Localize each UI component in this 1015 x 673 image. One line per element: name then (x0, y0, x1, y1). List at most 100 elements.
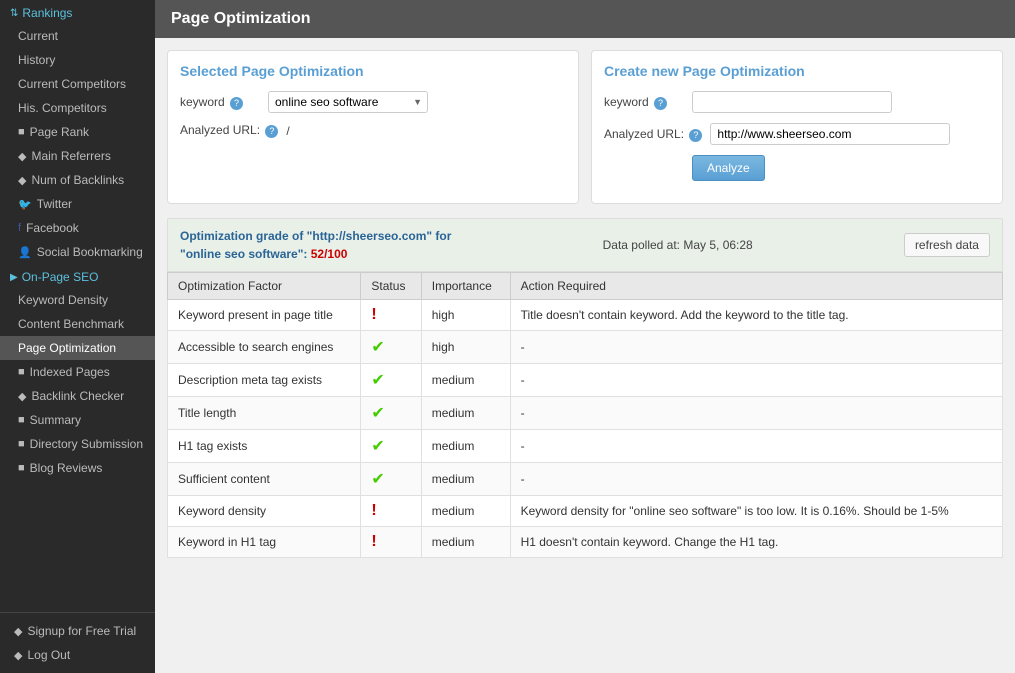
grade-line1: Optimization grade of "http://sheerseo.c… (180, 227, 451, 245)
cell-factor: Keyword present in page title (168, 300, 361, 331)
sidebar-item-backlink-checker[interactable]: ◆ Backlink Checker (0, 384, 155, 408)
cell-factor: H1 tag exists (168, 430, 361, 463)
table-row: Accessible to search engines✔high- (168, 331, 1003, 364)
create-url-row: Analyzed URL: ? (604, 123, 990, 145)
cell-status: ✔ (361, 331, 421, 364)
sidebar-item-facebook[interactable]: f Facebook (0, 216, 155, 240)
keyword-select[interactable]: online seo software (268, 91, 428, 113)
sidebar-item-content-benchmark[interactable]: Content Benchmark (0, 312, 155, 336)
sidebar-directory-submission-label: Directory Submission (30, 437, 143, 451)
cell-importance: medium (421, 496, 510, 527)
table-row: H1 tag exists✔medium- (168, 430, 1003, 463)
signup-icon: ◆ (14, 625, 22, 638)
main-referrers-icon: ◆ (18, 150, 26, 163)
table-row: Title length✔medium- (168, 397, 1003, 430)
sidebar-item-signup[interactable]: ◆ Signup for Free Trial (0, 619, 155, 643)
selected-url-help-icon[interactable]: ? (265, 125, 278, 138)
table-row: Keyword in H1 tag!mediumH1 doesn't conta… (168, 527, 1003, 558)
sidebar-item-main-referrers[interactable]: ◆ Main Referrers (0, 144, 155, 168)
cell-status: ✔ (361, 463, 421, 496)
social-bookmarking-icon: 👤 (18, 246, 32, 259)
cell-importance: medium (421, 527, 510, 558)
selected-url-row: Analyzed URL: ? / (180, 123, 566, 138)
indexed-pages-icon: ■ (18, 366, 25, 378)
sidebar-summary-label: Summary (30, 413, 81, 427)
create-keyword-help-icon[interactable]: ? (654, 97, 667, 110)
optimization-table: Optimization Factor Status Importance Ac… (167, 272, 1003, 558)
cell-action: - (510, 331, 1002, 364)
selected-panel: Selected Page Optimization keyword ? onl… (167, 50, 579, 204)
sidebar-item-page-optimization[interactable]: Page Optimization (0, 336, 155, 360)
sidebar-item-blog-reviews[interactable]: ■ Blog Reviews (0, 456, 155, 480)
create-keyword-label: keyword ? (604, 95, 684, 110)
table-row: Sufficient content✔medium- (168, 463, 1003, 496)
sidebar-history-label: History (18, 53, 55, 67)
sidebar-item-current[interactable]: Current (0, 24, 155, 48)
selected-url-label: Analyzed URL: ? (180, 123, 278, 138)
sidebar-item-summary[interactable]: ■ Summary (0, 408, 155, 432)
twitter-icon: 🐦 (18, 198, 32, 211)
cell-importance: medium (421, 364, 510, 397)
sidebar-page-rank-label: Page Rank (30, 125, 89, 139)
cell-status: ! (361, 300, 421, 331)
directory-submission-icon: ■ (18, 438, 25, 450)
cell-status: ✔ (361, 397, 421, 430)
sidebar-onpage-seo[interactable]: ▶ On-Page SEO (0, 264, 155, 288)
sidebar-item-twitter[interactable]: 🐦 Twitter (0, 192, 155, 216)
sidebar-page-optimization-label: Page Optimization (18, 341, 116, 355)
content-area: Selected Page Optimization keyword ? onl… (155, 38, 1015, 673)
sidebar-blog-reviews-label: Blog Reviews (30, 461, 103, 475)
sidebar-signup-label: Signup for Free Trial (27, 624, 136, 638)
analyze-button[interactable]: Analyze (692, 155, 765, 181)
sidebar-num-backlinks-label: Num of Backlinks (31, 173, 124, 187)
backlink-checker-icon: ◆ (18, 390, 26, 403)
sidebar-item-indexed-pages[interactable]: ■ Indexed Pages (0, 360, 155, 384)
sidebar-item-directory-submission[interactable]: ■ Directory Submission (0, 432, 155, 456)
cell-importance: medium (421, 463, 510, 496)
cell-action: H1 doesn't contain keyword. Change the H… (510, 527, 1002, 558)
table-row: Description meta tag exists✔medium- (168, 364, 1003, 397)
sidebar-bottom: ◆ Signup for Free Trial ◆ Log Out (0, 612, 155, 673)
num-backlinks-icon: ◆ (18, 174, 26, 187)
refresh-button[interactable]: refresh data (904, 233, 990, 257)
create-keyword-input[interactable] (692, 91, 892, 113)
sidebar-rankings-label: Rankings (22, 6, 72, 20)
sidebar-backlink-checker-label: Backlink Checker (31, 389, 124, 403)
cell-status: ! (361, 496, 421, 527)
cell-action: - (510, 430, 1002, 463)
col-action: Action Required (510, 273, 1002, 300)
create-url-label: Analyzed URL: ? (604, 127, 702, 142)
sidebar-item-social-bookmarking[interactable]: 👤 Social Bookmarking (0, 240, 155, 264)
keyword-select-wrapper[interactable]: online seo software (268, 91, 428, 113)
sidebar-item-current-competitors[interactable]: Current Competitors (0, 72, 155, 96)
error-icon: ! (371, 502, 376, 519)
sidebar-facebook-label: Facebook (26, 221, 79, 235)
col-status: Status (361, 273, 421, 300)
create-keyword-row: keyword ? (604, 91, 990, 113)
ok-icon: ✔ (371, 339, 384, 356)
sidebar-twitter-label: Twitter (37, 197, 72, 211)
sidebar-item-keyword-density[interactable]: Keyword Density (0, 288, 155, 312)
sidebar-item-page-rank[interactable]: ■ Page Rank (0, 120, 155, 144)
cell-factor: Description meta tag exists (168, 364, 361, 397)
sidebar-item-logout[interactable]: ◆ Log Out (0, 643, 155, 667)
selected-keyword-help-icon[interactable]: ? (230, 97, 243, 110)
sidebar-his-competitors-label: His. Competitors (18, 101, 107, 115)
main-content: Page Optimization Selected Page Optimiza… (155, 0, 1015, 673)
ok-icon: ✔ (371, 405, 384, 422)
sidebar-keyword-density-label: Keyword Density (18, 293, 108, 307)
sidebar-current-competitors-label: Current Competitors (18, 77, 126, 91)
sidebar-rankings[interactable]: ⇅ Rankings (0, 0, 155, 24)
page-rank-icon: ■ (18, 126, 25, 138)
create-url-input[interactable] (710, 123, 950, 145)
sidebar-item-num-backlinks[interactable]: ◆ Num of Backlinks (0, 168, 155, 192)
col-importance: Importance (421, 273, 510, 300)
cell-importance: high (421, 300, 510, 331)
ok-icon: ✔ (371, 438, 384, 455)
selected-url-value: / (286, 124, 289, 138)
cell-status: ✔ (361, 430, 421, 463)
sidebar-item-history[interactable]: History (0, 48, 155, 72)
page-title: Page Optimization (155, 0, 1015, 38)
sidebar-item-his-competitors[interactable]: His. Competitors (0, 96, 155, 120)
create-url-help-icon[interactable]: ? (689, 129, 702, 142)
